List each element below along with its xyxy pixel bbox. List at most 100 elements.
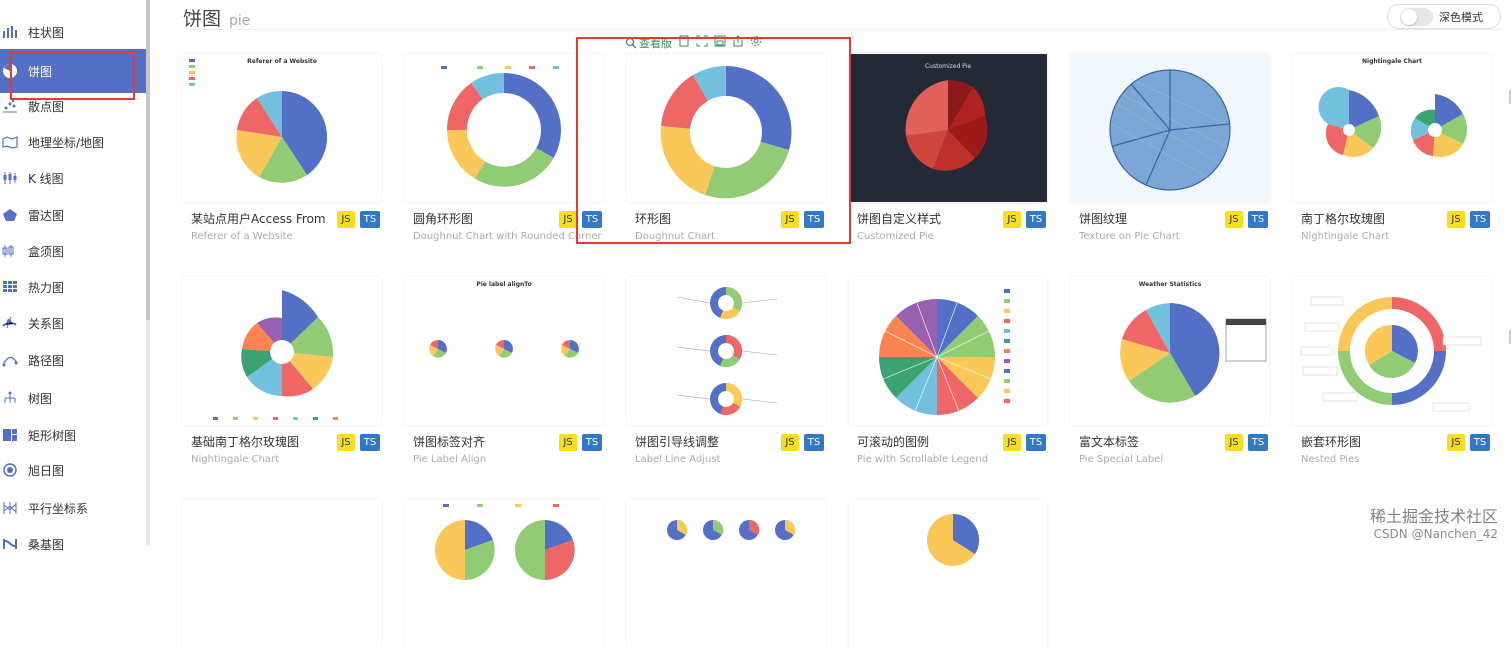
dark-mode-switch[interactable] [1400,8,1433,26]
sidebar-item-heatmap[interactable]: 热力图 [0,269,146,305]
sidebar-item-graph[interactable]: 关系图 [0,305,146,341]
heatmap-icon [2,280,18,294]
sidebar-item-label: 地理坐标/地图 [28,134,104,151]
page-title-text: 饼图 [183,4,221,31]
ts-badge[interactable]: TS [1248,211,1268,228]
sidebar-item-bar[interactable]: 柱状图 [0,14,146,50]
map-icon [2,135,18,149]
chart-thumbnail[interactable]: Referer of a Website [183,54,381,202]
ts-badge[interactable]: TS [1248,434,1268,451]
ts-badge[interactable]: TS [1026,434,1046,451]
legend-swatches [189,59,195,86]
card-subtitle: Pie Special Label [1079,454,1163,465]
chart-thumbnail[interactable] [405,54,603,202]
sunburst-icon [2,463,18,477]
sidebar-item-sankey[interactable]: 桑基图 [0,526,146,562]
page-title: 饼图 pie [183,4,250,31]
chart-thumbnail[interactable]: Weather Statistics [1071,277,1269,425]
sidebar-item-boxplot[interactable]: 盒须图 [0,233,146,269]
svg-text:Nightingale Chart: Nightingale Chart [1362,58,1422,65]
card-title[interactable]: 饼图纹理 [1079,210,1127,227]
dark-mode-label: 深色模式 [1439,9,1483,25]
card-subtitle: Pie with Scrollable Legend [857,454,988,465]
ts-badge[interactable]: TS [804,434,824,451]
chart-thumbnail[interactable]: Pie label alignTo [405,277,603,425]
chart-thumbnail[interactable] [849,500,1047,648]
js-badge[interactable]: JS [1003,211,1021,228]
svg-text:Referer of a Website: Referer of a Website [247,58,317,65]
chart-thumbnail[interactable] [627,500,825,648]
ts-badge[interactable]: TS [582,434,602,451]
bar-chart-icon [2,25,18,39]
card-title[interactable]: 基础南丁格尔玫瑰图 [191,433,299,450]
chart-thumbnail[interactable] [183,277,381,425]
card-title[interactable]: 南丁格尔玫瑰图 [1301,210,1385,227]
page-scrollbar[interactable] [1508,0,1512,545]
js-badge[interactable]: JS [1447,434,1465,451]
dark-mode-toggle[interactable]: 深色模式 [1387,4,1501,29]
sidebar-item-lines[interactable]: 路径图 [0,342,146,378]
ts-badge[interactable]: TS [1026,211,1046,228]
svg-text:Customized Pie: Customized Pie [925,63,971,70]
chart-thumbnail[interactable] [849,277,1047,425]
sidebar-item-label: 树图 [28,390,52,407]
sidebar-item-treemap[interactable]: 矩形树图 [0,417,146,453]
js-badge[interactable]: JS [781,434,799,451]
card-subtitle: Label Line Adjust [635,454,720,465]
sidebar-item-radar[interactable]: 雷达图 [0,197,146,233]
sidebar-item-label: 柱状图 [28,24,64,41]
scatter-chart-icon [2,99,18,113]
title-divider [183,29,1502,30]
js-badge[interactable]: JS [1225,211,1243,228]
card-title[interactable]: 可滚动的图例 [857,433,929,450]
card-title[interactable]: 圆角环形图 [413,210,473,227]
chart-thumbnail[interactable]: Customized Pie [849,54,1047,202]
chart-thumbnail[interactable]: Nightingale Chart [1293,54,1491,202]
js-badge[interactable]: JS [337,211,355,228]
chart-thumbnail[interactable] [1071,54,1269,202]
js-badge[interactable]: JS [1447,211,1465,228]
card-subtitle: Texture on Pie Chart [1079,231,1180,242]
card-subtitle: Nested Pies [1301,454,1359,465]
ts-badge[interactable]: TS [1470,211,1490,228]
parallel-icon [2,501,18,515]
card-title[interactable]: 嵌套环形图 [1301,433,1361,450]
treemap-icon [2,428,18,442]
highlight-box-sidebar [10,51,135,100]
ts-badge[interactable]: TS [360,434,380,451]
sankey-icon [2,537,18,551]
chart-thumbnail[interactable] [405,500,603,648]
sidebar-item-candlestick[interactable]: K 线图 [0,160,146,196]
sidebar-item-map[interactable]: 地理坐标/地图 [0,124,146,160]
js-badge[interactable]: JS [337,434,355,451]
sidebar-item-label: 矩形树图 [28,427,76,444]
ts-badge[interactable]: TS [1470,434,1490,451]
sidebar-item-label: 桑基图 [28,536,64,553]
main-content: 饼图 pie 深色模式 Referer of a Website 某站点用户Ac… [150,0,1512,545]
page-subtitle: pie [229,13,250,29]
js-badge[interactable]: JS [1225,434,1243,451]
sidebar-item-label: 雷达图 [28,207,64,224]
js-badge[interactable]: JS [1003,434,1021,451]
js-badge[interactable]: JS [559,434,577,451]
card-subtitle: Nightingale Chart [191,454,279,465]
ts-badge[interactable]: TS [360,211,380,228]
card-title[interactable]: 富文本标签 [1079,433,1139,450]
watermark-line1: 稀土掘金技术社区 [1370,503,1498,527]
sidebar-item-label: 散点图 [28,98,64,115]
chart-thumbnail[interactable] [1293,277,1491,425]
lines-icon [2,353,18,367]
card-title[interactable]: 饼图标签对齐 [413,433,485,450]
sidebar-item-parallel[interactable]: 平行坐标系 [0,490,146,526]
chart-thumbnail[interactable] [627,277,825,425]
candlestick-icon [2,171,18,185]
card-title[interactable]: 饼图自定义样式 [857,210,941,227]
card-subtitle: Pie Label Align [413,454,486,465]
js-badge[interactable]: JS [559,211,577,228]
card-title[interactable]: 饼图引导线调整 [635,433,719,450]
card-title[interactable]: 某站点用户Access From [191,210,326,227]
sidebar-item-sunburst[interactable]: 旭日图 [0,452,146,488]
sidebar-item-tree[interactable]: 树图 [0,380,146,416]
chart-thumbnail[interactable] [183,500,381,648]
graph-icon [2,316,18,330]
